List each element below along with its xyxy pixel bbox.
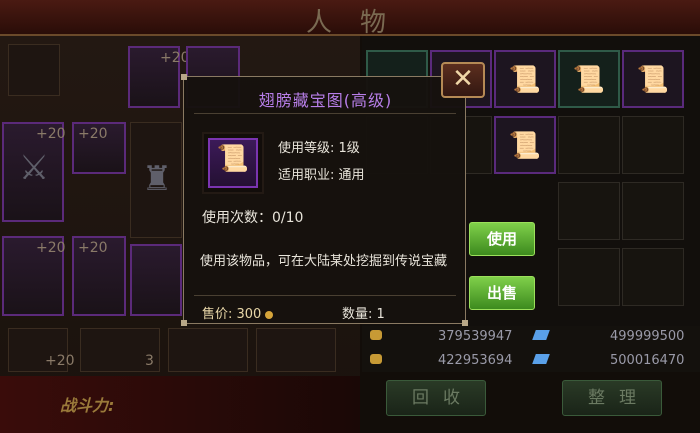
bag-slot[interactable]: 📜 xyxy=(558,50,620,108)
diamond-icon xyxy=(532,354,550,364)
gold-amount: 422953694 xyxy=(438,353,513,368)
enhance-label: +20 xyxy=(78,126,108,142)
equip-slot-boots[interactable] xyxy=(130,244,182,316)
item-icon-frame: 📜 xyxy=(202,132,264,194)
equip-slot-ring[interactable]: +20 xyxy=(72,122,126,174)
level-requirement: 使用等级: 1级 xyxy=(278,141,360,156)
item-tooltip: 翅膀藏宝图(高级) 📜 使用等级: 1级 适用职业: 通用 使用次数：0/10 … xyxy=(181,74,468,326)
equip-slot-bracer[interactable]: +20 xyxy=(2,236,66,316)
bag-slot[interactable]: 📜 xyxy=(494,50,556,108)
divider xyxy=(194,295,456,296)
bag-slot[interactable] xyxy=(622,182,684,240)
diamond-icon xyxy=(532,330,550,340)
armor-icon: ♜ xyxy=(141,159,173,199)
divider xyxy=(194,113,456,114)
enhance-label: +20 xyxy=(78,240,108,256)
bag-slot[interactable] xyxy=(622,116,684,174)
equip-slot[interactable] xyxy=(8,44,60,96)
sell-price: 售价: 300 xyxy=(202,303,274,322)
gold-ingot-icon xyxy=(370,354,382,364)
close-button[interactable]: ✕ xyxy=(441,62,485,98)
recycle-button[interactable]: 回收 xyxy=(386,380,486,416)
gold-ingot-icon xyxy=(370,330,382,340)
bag-slot[interactable] xyxy=(558,182,620,240)
combat-power-label: 战斗力: xyxy=(60,396,115,415)
sell-price-label: 售价: 300 xyxy=(202,307,262,322)
job-requirement: 适用职业: 通用 xyxy=(278,168,365,183)
use-count: 使用次数：0/10 xyxy=(202,210,304,226)
enhance-label: +20 xyxy=(36,126,66,142)
window-title: 人物 xyxy=(305,8,414,38)
scroll-icon: 📜 xyxy=(572,65,606,95)
diamond-amount: 499999500 xyxy=(610,329,685,344)
scroll-icon: 📜 xyxy=(216,144,250,174)
coin-icon xyxy=(265,310,274,319)
count-label: +20 xyxy=(45,353,75,369)
bottom-slot[interactable] xyxy=(256,328,336,372)
bottom-slot[interactable]: 3 xyxy=(80,328,160,372)
bag-slot[interactable] xyxy=(622,248,684,306)
use-button[interactable]: 使用 xyxy=(469,222,535,256)
enhance-label: +20 xyxy=(36,240,66,256)
item-name: 翅膀藏宝图(高级) xyxy=(258,91,393,110)
item-icon: 📜 xyxy=(208,138,258,188)
arrange-button[interactable]: 整理 xyxy=(562,380,662,416)
equip-slot-helmet[interactable]: +20 xyxy=(128,46,190,108)
gold-amount: 379539947 xyxy=(438,329,513,344)
scroll-icon: 📜 xyxy=(508,65,542,95)
diamond-amount: 500016470 xyxy=(610,353,685,368)
sword-icon: ⚔ xyxy=(18,148,50,188)
bottom-slot[interactable]: +20 xyxy=(8,328,75,372)
equip-slot-weapon[interactable]: +20 ⚔ xyxy=(2,122,66,222)
equip-slot-armor[interactable]: ♜ xyxy=(130,122,182,238)
corner-ornament xyxy=(462,320,468,326)
equip-slot-ring-2[interactable]: +20 xyxy=(72,236,126,316)
bag-slot[interactable] xyxy=(558,116,620,174)
corner-ornament xyxy=(181,320,187,326)
bag-slot[interactable] xyxy=(558,248,620,306)
scroll-icon: 📜 xyxy=(508,131,542,161)
sell-button[interactable]: 出售 xyxy=(469,276,535,310)
scroll-icon: 📜 xyxy=(636,65,670,95)
currency-area: 379539947 499999500 422953694 500016470 xyxy=(362,326,700,372)
combat-power-bar: 战斗力: xyxy=(0,376,360,433)
item-quantity: 数量: 1 xyxy=(342,307,385,322)
count-label: 3 xyxy=(145,353,154,369)
corner-ornament xyxy=(181,74,187,80)
close-icon: ✕ xyxy=(452,64,474,94)
bottom-slot[interactable] xyxy=(168,328,248,372)
bag-slot[interactable]: 📜 xyxy=(494,116,556,174)
item-description: 使用该物品，可在大陆某处挖掘到传说宝藏 xyxy=(200,254,448,269)
bag-slot[interactable]: 📜 xyxy=(622,50,684,108)
